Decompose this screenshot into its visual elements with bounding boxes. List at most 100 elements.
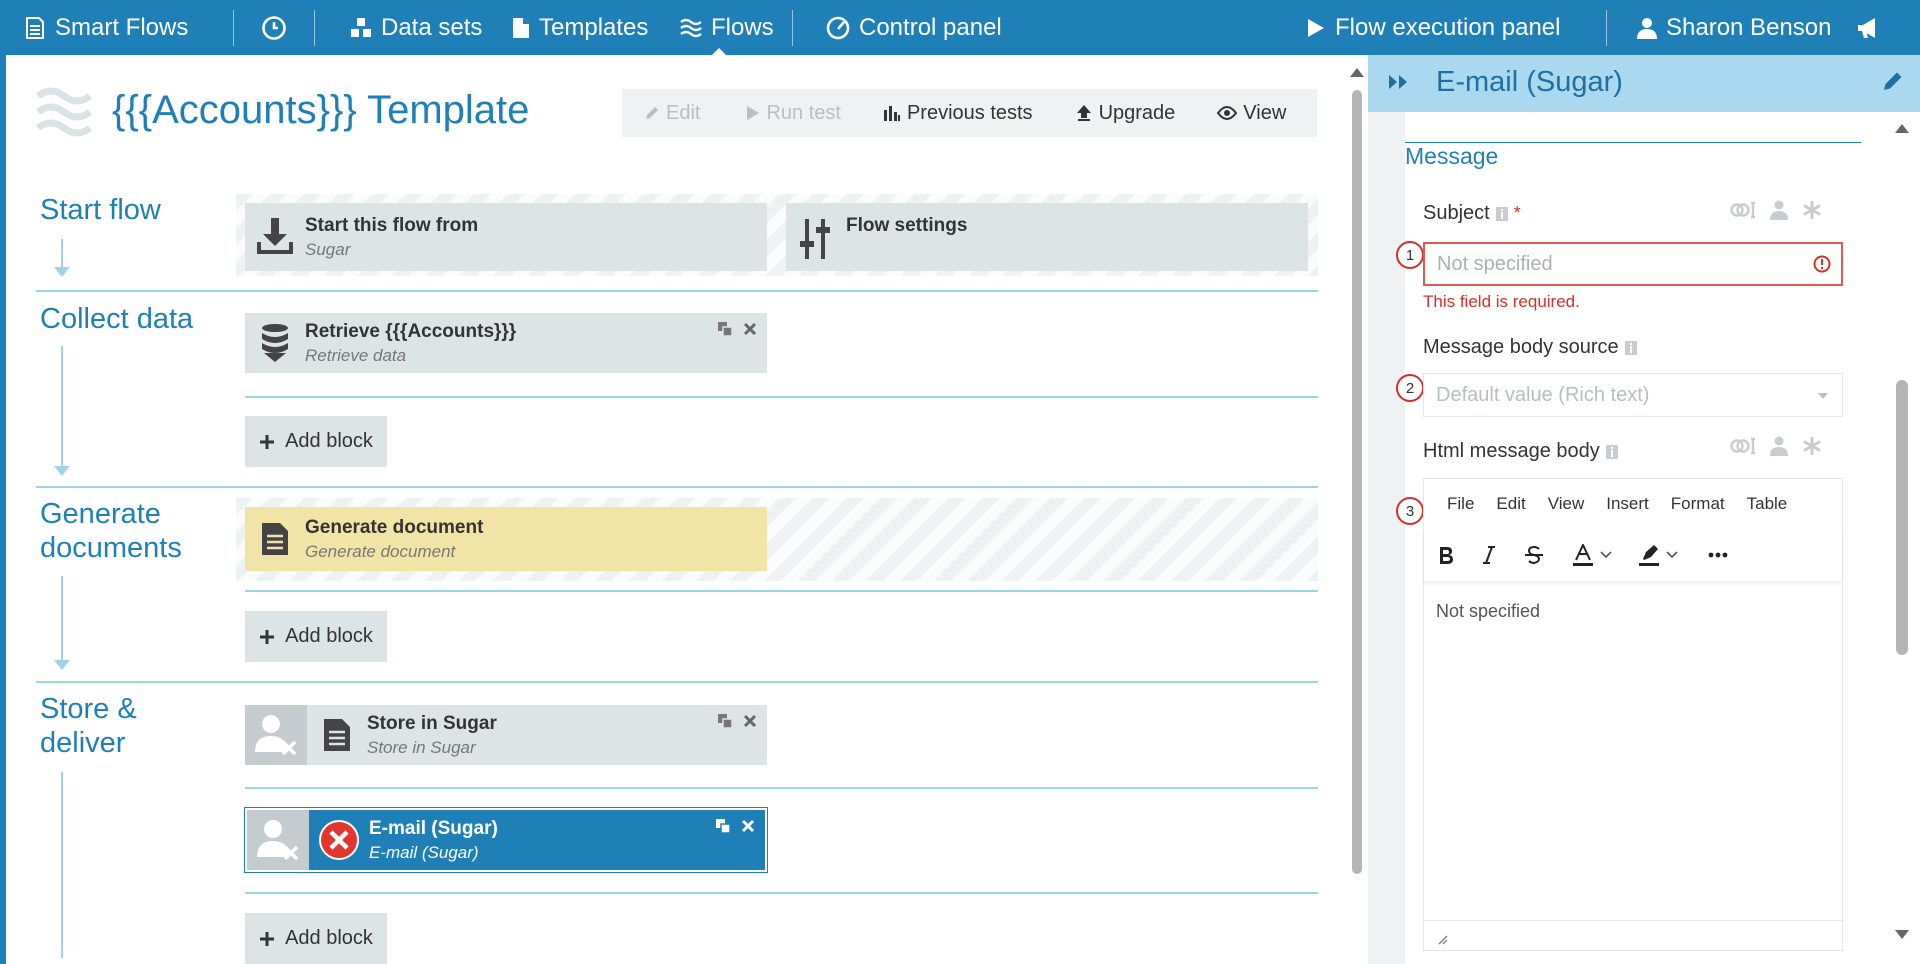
bold-button[interactable] — [1438, 546, 1454, 564]
editor-statusbar — [1424, 920, 1842, 950]
email-sugar-block-selected[interactable]: E-mail (Sugar) E-mail (Sugar) — [245, 808, 767, 872]
data-sets-icon — [351, 17, 371, 37]
nav-divider — [314, 10, 315, 46]
resize-handle-icon[interactable] — [1436, 933, 1448, 945]
generate-document-block[interactable]: Generate document Generate document — [245, 507, 767, 571]
download-icon — [245, 216, 305, 258]
block-divider — [245, 892, 1318, 894]
add-block-label: Add block — [285, 430, 373, 452]
copy-icon[interactable] — [717, 713, 733, 729]
panel-scroll-up-arrow[interactable] — [1895, 124, 1909, 133]
retrieve-accounts-block[interactable]: Retrieve {{{Accounts}}} Retrieve data — [245, 313, 767, 373]
previous-tests-button[interactable]: Previous tests — [857, 89, 1049, 137]
main-scrollbar-thumb[interactable] — [1352, 90, 1362, 874]
store-in-sugar-block[interactable]: Store in Sugar Store in Sugar — [245, 705, 767, 765]
editor-menubar: File Edit View Insert Format Table — [1424, 479, 1842, 529]
editor-menu-file[interactable]: File — [1447, 494, 1474, 514]
nav-item-data-sets[interactable]: Data sets — [350, 0, 482, 55]
nav-item-flows[interactable]: Flows — [680, 0, 774, 55]
subject-label-text: Subject — [1423, 202, 1490, 224]
close-icon[interactable] — [743, 322, 757, 336]
flow-execution-panel-link[interactable]: Flow execution panel — [1306, 0, 1560, 55]
strikethrough-button[interactable] — [1524, 546, 1544, 564]
asterisk-icon[interactable] — [1802, 436, 1822, 456]
asterisk-icon[interactable] — [1802, 200, 1822, 220]
section-arrow — [54, 267, 70, 277]
highlight-color-button[interactable] — [1638, 544, 1678, 566]
editor-menu-table[interactable]: Table — [1747, 494, 1788, 514]
add-block-button[interactable]: Add block — [245, 913, 387, 964]
link-merge-field-icon[interactable] — [1730, 200, 1756, 220]
subject-error-message: This field is required. — [1423, 292, 1580, 311]
highlighter-icon — [1639, 545, 1659, 566]
editor-menu-insert[interactable]: Insert — [1606, 494, 1649, 514]
add-block-button[interactable]: Add block — [245, 611, 387, 662]
section-divider — [36, 681, 1318, 683]
nav-item-templates[interactable]: Templates — [512, 0, 648, 55]
copy-icon[interactable] — [717, 321, 733, 337]
subject-input[interactable]: Not specified — [1423, 242, 1843, 286]
step-badge-2: 2 — [1396, 374, 1424, 402]
subject-placeholder: Not specified — [1437, 252, 1553, 275]
copy-icon[interactable] — [715, 818, 731, 834]
upgrade-button[interactable]: Upgrade — [1049, 89, 1192, 137]
template-flows-icon — [36, 84, 92, 140]
add-block-button[interactable]: Add block — [245, 416, 387, 467]
history-clock-button[interactable] — [261, 0, 287, 55]
user-disabled-icon — [245, 705, 307, 765]
message-body-source-select[interactable]: Default value (Rich text) — [1423, 373, 1843, 417]
step-badge-3: 3 — [1396, 497, 1424, 525]
editor-menu-view[interactable]: View — [1548, 494, 1585, 514]
user-menu[interactable]: Sharon Benson — [1637, 0, 1831, 55]
view-button[interactable]: View — [1191, 89, 1302, 137]
nav-brand-smart-flows[interactable]: Smart Flows — [24, 0, 188, 55]
chevron-down-icon — [1818, 393, 1828, 399]
nav-item-label: Flows — [711, 13, 774, 41]
text-color-icon — [1573, 544, 1593, 566]
error-circle-icon — [309, 819, 369, 861]
info-icon — [1605, 444, 1618, 459]
gauge-icon — [826, 16, 850, 39]
close-icon[interactable] — [743, 714, 757, 728]
user-icon[interactable] — [1770, 436, 1788, 456]
flow-settings-block[interactable]: Flow settings — [786, 203, 1308, 271]
section-title-store-deliver: Store & deliver — [40, 692, 137, 760]
editor-content[interactable]: Not specified — [1436, 601, 1540, 622]
panel-scrollbar-thumb[interactable] — [1896, 380, 1908, 655]
previous-tests-label: Previous tests — [906, 101, 1033, 124]
main-scroll-up-arrow[interactable] — [1350, 68, 1364, 77]
rich-text-editor[interactable]: File Edit View Insert Format Table Not s… — [1423, 478, 1843, 951]
announcements-button[interactable] — [1856, 0, 1880, 55]
plus-icon — [260, 434, 275, 449]
page-title: {{{Accounts}}} Template — [112, 88, 530, 132]
edit-title-button[interactable] — [1882, 70, 1904, 92]
italic-button[interactable] — [1482, 546, 1496, 564]
editor-menu-edit[interactable]: Edit — [1496, 494, 1525, 514]
add-block-label: Add block — [285, 927, 373, 949]
start-this-flow-from-block[interactable]: Start this flow from Sugar — [245, 203, 767, 271]
link-merge-field-icon[interactable] — [1730, 436, 1756, 456]
edit-button[interactable]: Edit — [622, 89, 716, 137]
editor-menu-format[interactable]: Format — [1671, 494, 1725, 514]
section-divider — [36, 290, 1318, 292]
nav-item-control-panel[interactable]: Control panel — [826, 0, 1002, 55]
double-chevron-right-icon — [1389, 75, 1407, 89]
message-body-source-label: Message body source — [1423, 336, 1637, 359]
user-icon[interactable] — [1770, 200, 1788, 220]
collapse-panel-button[interactable] — [1388, 74, 1410, 90]
required-asterisk: * — [1513, 203, 1521, 223]
document-icon — [245, 522, 305, 556]
subject-label: Subject * — [1423, 202, 1521, 225]
more-options-button[interactable] — [1708, 552, 1728, 558]
text-color-button[interactable] — [1572, 544, 1612, 566]
panel-scroll-down-arrow[interactable] — [1895, 930, 1909, 939]
view-label: View — [1243, 101, 1287, 124]
strikethrough-icon — [1525, 546, 1543, 564]
close-icon[interactable] — [741, 819, 755, 833]
active-nav-caret — [711, 48, 727, 56]
smart-flows-logo-icon — [26, 16, 44, 39]
edit-label: Edit — [666, 101, 701, 124]
section-connector — [61, 346, 63, 466]
message-body-source-label-text: Message body source — [1423, 336, 1619, 358]
run-test-button[interactable]: Run test — [716, 89, 856, 137]
